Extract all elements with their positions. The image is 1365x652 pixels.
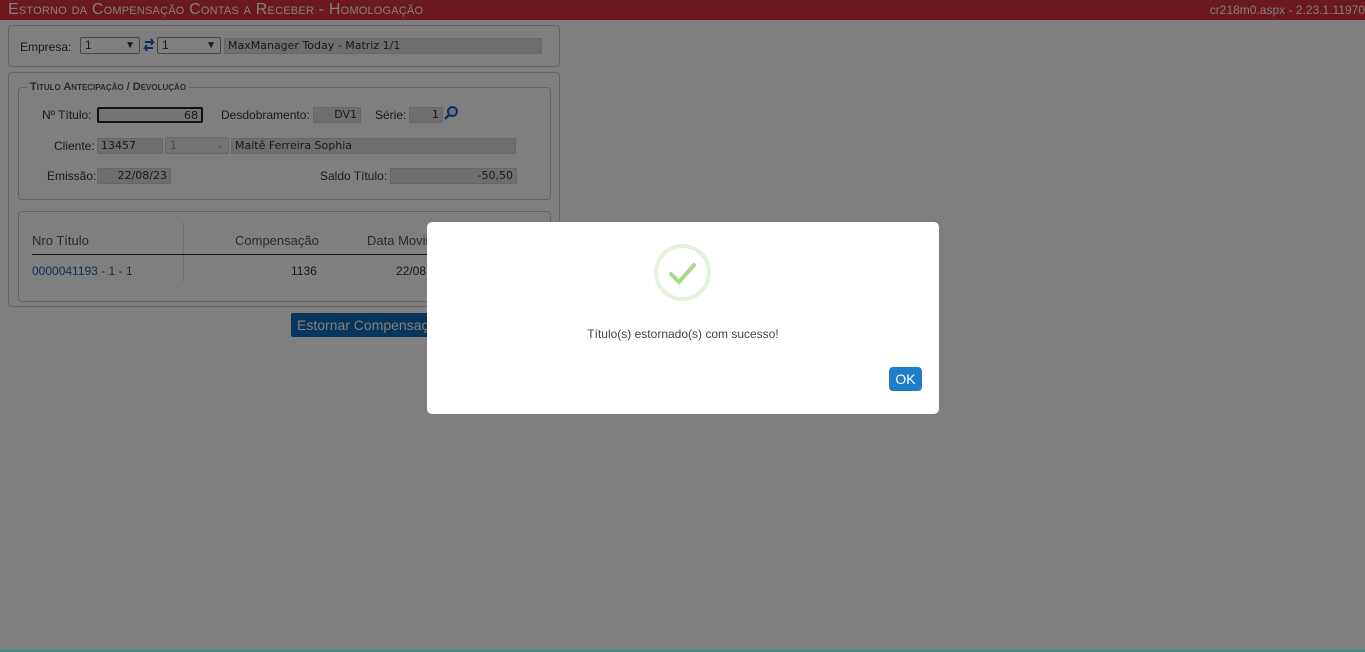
check-icon — [669, 263, 696, 285]
success-dialog: Título(s) estornado(s) com sucesso! OK — [427, 222, 939, 414]
ok-button[interactable]: OK — [889, 367, 922, 391]
dialog-message: Título(s) estornado(s) com sucesso! — [587, 327, 779, 341]
success-icon-circle — [654, 244, 711, 301]
